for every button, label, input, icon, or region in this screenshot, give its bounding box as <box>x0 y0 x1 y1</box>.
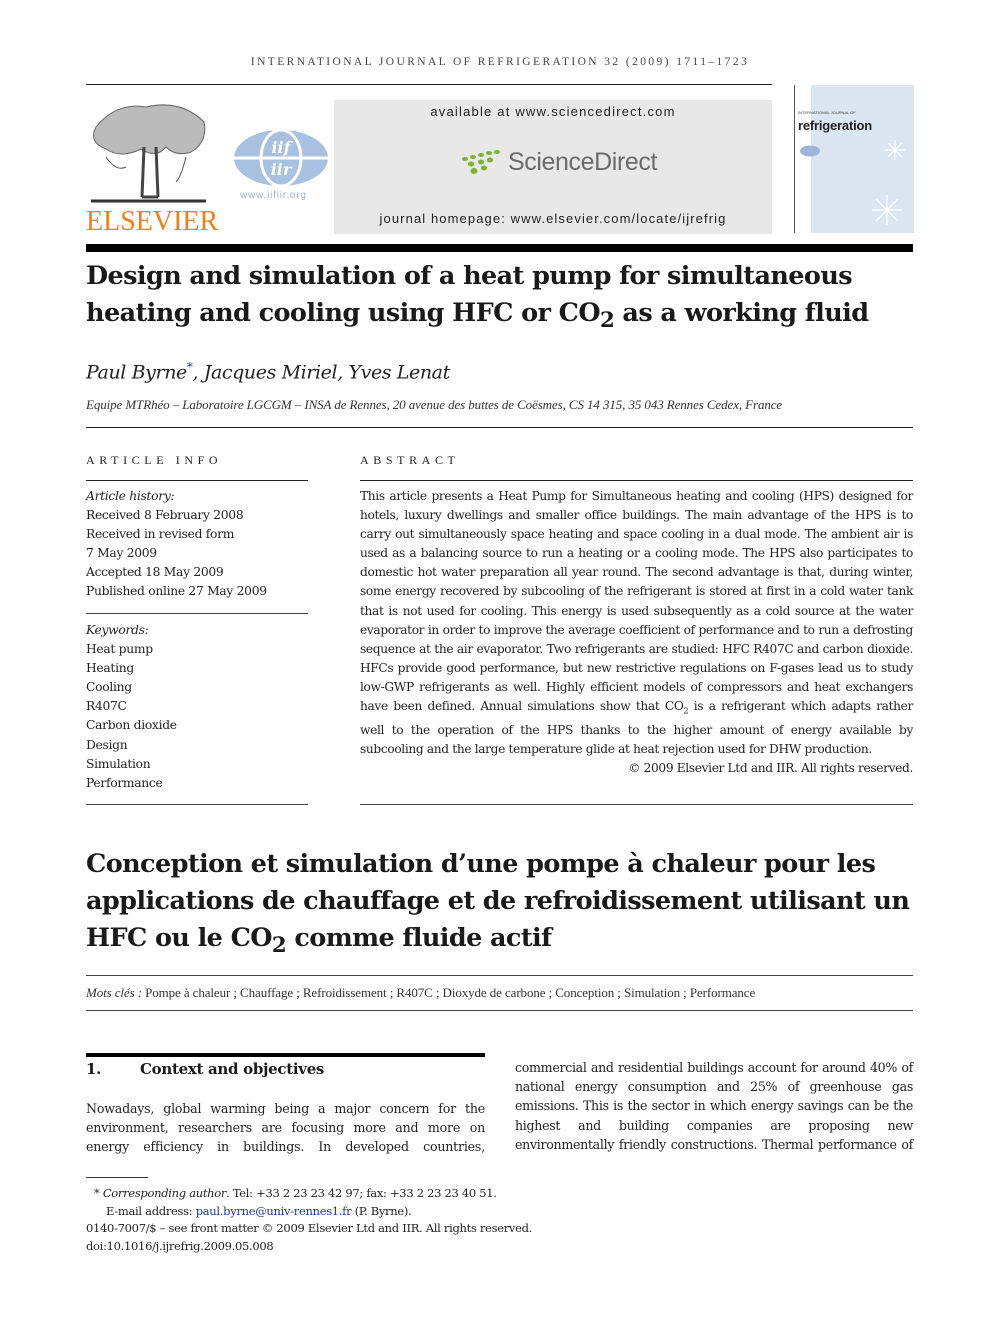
history-item: Received in revised form <box>86 527 235 542</box>
title-text-end: as a working fluid <box>614 298 869 328</box>
affiliation: Equipe MTRhéo – Laboratoire LGCGM – INSA… <box>86 397 783 412</box>
header-rule <box>86 84 772 85</box>
sciencedirect-logo-text: ScienceDirect <box>508 148 658 176</box>
keyword: Performance <box>86 775 163 790</box>
article-title: Design and simulation of a heat pump for… <box>86 258 926 339</box>
keyword: Simulation <box>86 756 151 771</box>
elsevier-logo: ELSEVIER <box>86 206 219 237</box>
sciencedirect-logo[interactable]: ScienceDirect <box>460 148 657 177</box>
keywords-label: Keywords: <box>86 623 149 637</box>
contact-numbers: . Tel: +33 2 23 23 42 97; fax: +33 2 23 … <box>226 1186 497 1200</box>
history-item: Published online 27 May 2009 <box>86 584 267 599</box>
keyword: Cooling <box>86 680 132 695</box>
corresponding-label: Corresponding author <box>102 1186 227 1200</box>
section-rule <box>86 1053 485 1057</box>
keyword: Design <box>86 737 128 752</box>
email-note: E-mail address: paul.byrne@univ-rennes1.… <box>86 1203 532 1221</box>
doi[interactable]: doi:10.1016/j.ijrefrig.2009.05.008 <box>86 1238 532 1256</box>
french-title: Conception et simulation d’une pompe à c… <box>86 846 926 964</box>
iif-text-top: iif <box>271 138 293 157</box>
abstract-text: This article presents a Heat Pump for Si… <box>360 487 913 759</box>
email-label: E-mail address: <box>106 1203 196 1218</box>
sciencedirect-dots-icon <box>462 149 500 174</box>
divider <box>86 804 308 805</box>
snowflake-icon <box>872 140 905 225</box>
keyword: R407C <box>86 699 127 714</box>
history-item: Received 8 February 2008 <box>86 508 244 523</box>
journal-cover[interactable]: INTERNATIONAL JOURNAL OF refrigeration <box>794 85 914 233</box>
corresponding-author-note: * Corresponding author. Tel: +33 2 23 23… <box>86 1185 532 1203</box>
elsevier-tree-icon <box>91 104 206 203</box>
email-link[interactable]: paul.byrne@univ-rennes1.fr <box>196 1204 352 1218</box>
divider <box>86 1010 913 1011</box>
other-authors: , Jacques Miriel, Yves Lenat <box>192 361 450 384</box>
keywords: Keywords: Heat pump Heating Cooling R407… <box>86 621 308 793</box>
footnotes: * Corresponding author. Tel: +33 2 23 23… <box>86 1185 532 1255</box>
french-title-subscript: 2 <box>271 933 287 959</box>
body-column-left: Nowadays, global warming being a major c… <box>86 1101 485 1155</box>
running-head: International Journal of Refrigeration 3… <box>250 56 750 68</box>
title-subscript: 2 <box>599 308 615 334</box>
cover-subtitle: INTERNATIONAL JOURNAL OF <box>798 110 856 115</box>
abstract-label: ABSTRACT <box>360 453 460 467</box>
mots-cles-label: Mots clés : <box>86 985 142 1000</box>
email-owner: (P. Byrne). <box>351 1203 412 1218</box>
history-item: Accepted 18 May 2009 <box>86 565 224 580</box>
mots-cles: Mots clés : Pompe à chaleur ; Chauffage … <box>86 985 755 1001</box>
front-matter: 0140-7007/$ – see front matter © 2009 El… <box>86 1221 533 1235</box>
header-thick-rule <box>86 244 913 252</box>
mots-cles-list: Pompe à chaleur ; Chauffage ; Refroidiss… <box>141 985 756 1000</box>
body-column-right: commercial and residential buildings acc… <box>515 1060 913 1152</box>
abstract-copyright: © 2009 Elsevier Ltd and IIR. All rights … <box>628 760 913 775</box>
cover-title: refrigeration <box>798 118 872 133</box>
footnote-rule <box>86 1177 148 1178</box>
authors: Paul Byrne*, Jacques Miriel, Yves Lenat <box>86 360 450 383</box>
article-history-label: Article history: <box>86 489 175 503</box>
keyword: Carbon dioxide <box>86 718 177 733</box>
section-title: Context and objectives <box>140 1060 325 1078</box>
divider <box>86 975 913 976</box>
article-history: Article history: Received 8 February 200… <box>86 487 308 602</box>
cover-iif-icon <box>800 145 820 157</box>
history-item: 7 May 2009 <box>86 546 157 561</box>
section-heading: 1. Context and objectives <box>86 1060 324 1078</box>
keyword: Heating <box>86 661 134 676</box>
iif-globe-icon: iif iir <box>234 128 328 188</box>
sciencedirect-availability[interactable]: available at www.sciencedirect.com <box>334 104 772 119</box>
abstract-body: This article presents a Heat Pump for Si… <box>360 487 913 778</box>
divider <box>86 613 308 614</box>
divider <box>86 427 913 428</box>
iif-url[interactable]: www.iifiir.org <box>240 190 307 201</box>
article-info-label: ARTICLE INFO <box>86 453 223 467</box>
abstract-text-part: This article presents a Heat Pump for Si… <box>360 489 913 714</box>
french-title-text-end: comme fluide actif <box>286 923 552 953</box>
divider <box>360 480 913 481</box>
journal-homepage[interactable]: journal homepage: www.elsevier.com/locat… <box>334 211 772 226</box>
section-number: 1. <box>86 1060 102 1078</box>
footnote-marker: * <box>94 1186 100 1200</box>
divider <box>360 804 913 805</box>
divider <box>86 480 308 481</box>
keyword: Heat pump <box>86 642 153 657</box>
iif-text-bottom: iir <box>271 160 293 179</box>
author-name: Paul Byrne <box>86 361 187 384</box>
